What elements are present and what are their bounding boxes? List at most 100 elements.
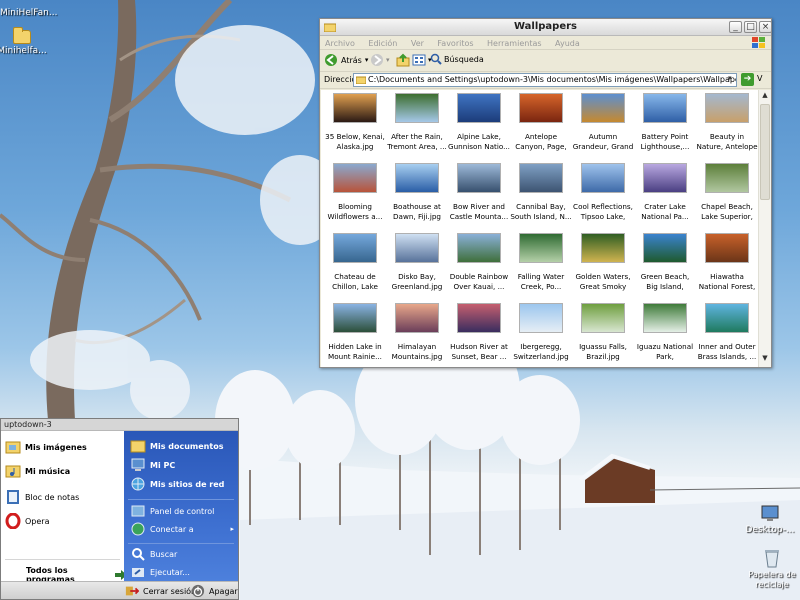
separator [5,559,120,560]
wallpaper-thumbnail[interactable]: Cool Reflections, Tipsoo Lake, Mo... [572,163,634,221]
wallpaper-thumbnail[interactable]: Alpine Lake, Gunnison Natio... [448,93,510,151]
go-label: V [757,74,763,83]
menu-edicion[interactable]: Edición [363,38,402,48]
wallpaper-thumbnail[interactable]: Iguassu Falls, Brazil.jpg [572,303,634,361]
start-menu-right-pane: Mis documentos Mi PC Mis sitios de red P… [124,431,238,581]
wallpaper-thumbnail[interactable]: Hiawatha National Forest, Upper ... [696,233,758,291]
start-item-ejecutar[interactable]: Ejecutar... [130,564,190,580]
back-button[interactable]: Atrás ▾ [324,53,368,67]
wallpaper-thumbnail[interactable]: Beauty in Nature, Antelope Valle... [696,93,758,151]
thumbnail-caption: Cool Reflections, Tipsoo Lake, Mo... [573,202,633,221]
up-folder-icon [396,53,410,67]
wallpaper-thumbnail[interactable]: Disko Bay, Greenland.jpg [386,233,448,291]
wallpaper-thumbnail[interactable]: Green Beach, Big Island, Hawaii.jpg [634,233,696,291]
wallpaper-thumbnail[interactable]: Blooming Wildflowers a... [324,163,386,221]
thumbnail-caption: Boathouse at Dawn, Fiji.jpg [393,202,441,221]
views-button[interactable]: ▾ [412,53,432,67]
thumbnail-image [395,93,439,123]
start-item-mi-musica[interactable]: Mi música [5,463,70,479]
start-item-panel-de-control[interactable]: Panel de control [130,503,214,519]
thumbnail-image [333,303,377,333]
thumbnail-caption: Bow River and Castle Mounta... [449,202,509,221]
wallpaper-thumbnail[interactable]: Battery Point Lighthouse,... [634,93,696,151]
thumbnail-image [333,163,377,193]
wallpaper-thumbnail[interactable]: Golden Waters, Great Smoky Mo... [572,233,634,291]
desktop-icon-folder[interactable]: Minihelfa... [0,27,50,56]
wallpaper-thumbnail[interactable]: Double Rainbow Over Kauai, ... [448,233,510,291]
search-icon [132,548,145,561]
address-field[interactable]: C:\Documents and Settings\uptodown-3\Mis… [353,73,737,87]
wallpaper-thumbnail[interactable]: Hidden Lake in Mount Rainie... [324,303,386,361]
menu-ayuda[interactable]: Ayuda [550,38,585,48]
wallpaper-thumbnail[interactable]: Inner and Outer Brass Islands, ... [696,303,758,361]
start-item-buscar[interactable]: Buscar [130,546,177,562]
separator [128,499,234,500]
thumbnail-caption: Chateau de Chillon, Lake Geneva, S... [332,272,378,291]
desktop-icon-shortcut-2[interactable]: Desktop-... [742,505,798,535]
forward-button[interactable]: ▾ [370,53,390,67]
wallpaper-thumbnail[interactable]: Chapel Beach, Lake Superior, Picture... [696,163,758,221]
scroll-up-icon[interactable]: ▲ [759,91,771,103]
wallpaper-thumbnail[interactable]: Ibergeregg, Switzerland.jpg [510,303,572,361]
thumbnail-image [333,93,377,123]
search-button[interactable]: Búsqueda [430,53,484,65]
logoff-button[interactable]: Cerrar sesión [125,584,196,598]
wallpaper-thumbnail[interactable]: Crater Lake National Pa... [634,163,696,221]
wallpaper-thumbnail[interactable]: Hudson River at Sunset, Bear ... [448,303,510,361]
thumbnail-image [457,93,501,123]
desktop-icon-recycle-bin[interactable]: Papelera de reciclaje [744,548,800,590]
close-button[interactable]: × [759,21,772,33]
scroll-down-icon[interactable]: ▼ [759,354,771,366]
power-icon [191,584,205,598]
logoff-icon [125,586,139,596]
thumbnail-image [395,233,439,263]
thumbnail-caption: Falling Water Creek, Po... [517,272,565,291]
desktop-icon-shortcut-1[interactable]: MiniHelFan... [0,0,57,18]
thumbnail-caption: Crater Lake National Pa... [641,202,689,221]
shutdown-button[interactable]: Apagar [191,584,238,598]
wallpaper-thumbnail[interactable]: Falling Water Creek, Po... [510,233,572,291]
thumbnail-caption: Golden Waters, Great Smoky Mo... [575,272,631,291]
forward-arrow-icon [371,54,383,66]
address-dropdown-icon[interactable]: ▾ [728,74,736,84]
scroll-thumb[interactable] [760,104,770,200]
thumbnail-image [333,233,377,263]
menu-archivo[interactable]: Archivo [320,38,360,48]
menu-herramientas[interactable]: Herramientas [482,38,547,48]
thumbnail-image [519,303,563,333]
window-titlebar[interactable]: Wallpapers _ □ × [320,19,772,36]
thumbnail-image [643,233,687,263]
wallpaper-thumbnail[interactable]: Bow River and Castle Mounta... [448,163,510,221]
menu-ver[interactable]: Ver [406,38,429,48]
start-item-conectar-a[interactable]: Conectar a ▸ [130,521,234,537]
wallpaper-thumbnail[interactable]: Iguazu National Park, Argentina.jpg [634,303,696,361]
start-item-mis-sitios-de-red[interactable]: Mis sitios de red [130,476,224,492]
opera-icon [5,513,21,529]
maximize-button[interactable]: □ [744,21,757,33]
start-item-opera[interactable]: Opera [5,513,50,529]
pictures-folder-icon [5,441,21,454]
window-title: Wallpapers [513,21,577,32]
thumbnail-caption: Hidden Lake in Mount Rainie... [328,342,382,361]
go-button[interactable]: ➔ [741,73,754,86]
wallpaper-thumbnail[interactable]: Chateau de Chillon, Lake Geneva, S... [324,233,386,291]
thumbnail-caption: Inner and Outer Brass Islands, ... [697,342,757,361]
start-item-mis-imagenes[interactable]: Mis imágenes [5,439,87,455]
menu-favoritos[interactable]: Favoritos [432,38,478,48]
start-item-mi-pc[interactable]: Mi PC [130,457,175,473]
minimize-button[interactable]: _ [729,21,742,33]
up-folder-button[interactable] [396,53,410,67]
thumbnail-caption: Autumn Grandeur, Grand Teton Na... [572,132,634,151]
wallpaper-thumbnail[interactable]: After the Rain, Tremont Area, ... [386,93,448,151]
wallpaper-thumbnail[interactable]: Autumn Grandeur, Grand Teton Na... [572,93,634,151]
thumbnail-caption: Himalayan Mountains.jpg [391,342,443,361]
thumbnail-view: 35 Below, Kenai, Alaska.jpg After the Rai… [321,90,758,367]
vertical-scrollbar[interactable]: ▲ ▼ [758,90,771,367]
wallpaper-thumbnail[interactable]: Himalayan Mountains.jpg [386,303,448,361]
wallpaper-thumbnail[interactable]: Antelope Canyon, Page, Arizona.jpg [510,93,572,151]
wallpaper-thumbnail[interactable]: Boathouse at Dawn, Fiji.jpg [386,163,448,221]
start-item-bloc-de-notas[interactable]: Bloc de notas [5,489,79,505]
start-item-mis-documentos[interactable]: Mis documentos [130,438,223,454]
wallpaper-thumbnail[interactable]: 35 Below, Kenai, Alaska.jpg [324,93,386,151]
wallpaper-thumbnail[interactable]: Cannibal Bay, South Island, N... [510,163,572,221]
